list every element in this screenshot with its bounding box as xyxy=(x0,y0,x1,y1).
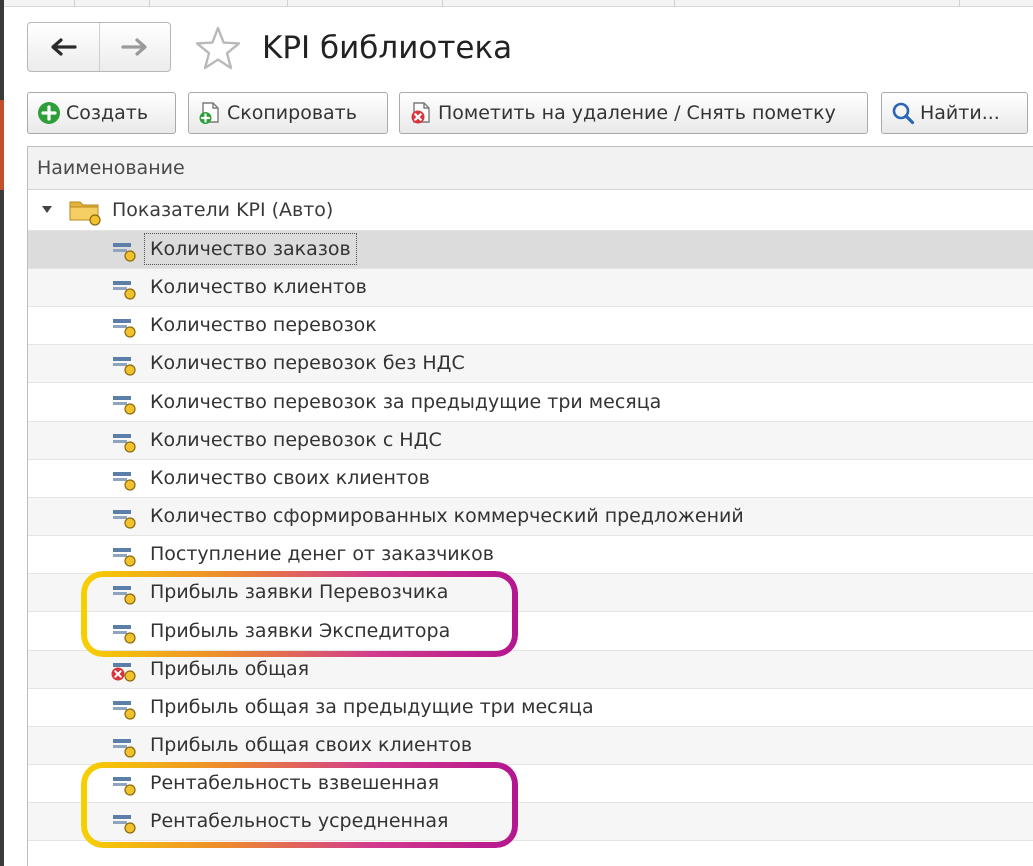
folder-icon xyxy=(69,201,101,226)
item-label: Количество перевозок с НДС xyxy=(150,428,442,451)
page-title: KPI библиотека xyxy=(262,30,513,66)
mark-for-deletion-button[interactable]: Пометить на удаление / Снять пометку xyxy=(399,92,868,134)
navigation-buttons xyxy=(27,22,171,72)
table-row[interactable]: Количество перевозок с НДС xyxy=(28,421,1033,460)
catalog-item-icon xyxy=(113,243,136,262)
table-row[interactable]: Прибыль заявки Экспедитора xyxy=(28,613,1033,651)
item-label: Количество клиентов xyxy=(150,276,367,299)
item-label: Количество перевозок без НДС xyxy=(150,352,465,375)
item-label: Рентабельность взвешенная xyxy=(150,772,440,795)
table-row[interactable]: Прибыль общая за предыдущие три месяца xyxy=(28,689,1033,727)
mark-for-deletion-button-label: Пометить на удаление / Снять пометку xyxy=(438,102,836,124)
catalog-item-icon xyxy=(113,357,136,377)
catalog-item-icon xyxy=(113,815,136,834)
catalog-item-icon xyxy=(113,624,136,644)
item-label: Количество сформированных коммерческий п… xyxy=(150,505,744,528)
catalog-item-icon xyxy=(113,510,136,529)
item-label: Количество перевозок за предыдущие три м… xyxy=(150,390,662,413)
star-outline-icon[interactable] xyxy=(194,26,242,70)
back-button[interactable] xyxy=(28,23,99,71)
copy-button-label: Скопировать xyxy=(227,102,357,124)
create-button[interactable]: Создать xyxy=(27,92,176,134)
kpi-list-table: Наименование Показатели KPI (Авто) Колич… xyxy=(27,146,1033,866)
delete-mark-icon xyxy=(411,102,430,124)
create-button-label: Создать xyxy=(66,102,149,124)
catalog-item-icon xyxy=(113,319,136,338)
item-label: Прибыль общая своих клиентов xyxy=(150,733,473,756)
group-row[interactable]: Показатели KPI (Авто) xyxy=(28,191,1033,231)
item-label: Рентабельность усредненная xyxy=(150,810,449,833)
table-row[interactable]: Рентабельность взвешенная xyxy=(28,765,1033,804)
item-label: Количество своих клиентов xyxy=(150,466,430,489)
table-row[interactable]: Прибыль заявки Перевозчика xyxy=(28,574,1033,613)
arrow-left-icon xyxy=(51,38,77,56)
catalog-item-icon xyxy=(113,433,136,453)
group-label: Показатели KPI (Авто) xyxy=(112,199,334,221)
catalog-item-icon xyxy=(113,700,136,720)
item-label: Поступление денег от заказчиков xyxy=(150,543,494,566)
table-row[interactable]: Прибыль общая своих клиентов xyxy=(28,726,1033,765)
catalog-item-icon xyxy=(113,281,136,300)
catalog-item-icon xyxy=(113,586,136,605)
item-label: Прибыль заявки Перевозчика xyxy=(150,581,449,604)
item-label: Количество заказов xyxy=(144,233,357,265)
table-row[interactable]: Количество перевозок за предыдущие три м… xyxy=(28,384,1033,422)
search-icon xyxy=(892,102,915,125)
table-row[interactable]: Рентабельность усредненная xyxy=(28,803,1033,842)
copy-document-icon xyxy=(199,102,219,124)
item-label: Количество перевозок xyxy=(150,314,377,337)
table-row[interactable]: Количество перевозок xyxy=(28,307,1033,346)
table-row[interactable]: Количество клиентов xyxy=(28,269,1033,308)
item-label: Прибыль общая за предыдущие три месяца xyxy=(150,695,594,718)
forward-button[interactable] xyxy=(98,23,171,71)
column-header-label: Наименование xyxy=(37,157,185,179)
table-row[interactable]: Поступление денег от заказчиков xyxy=(28,536,1033,575)
catalog-item-icon xyxy=(113,471,136,491)
copy-button[interactable]: Скопировать xyxy=(188,92,388,134)
item-label: Прибыль общая xyxy=(150,657,310,680)
table-row[interactable]: Количество перевозок без НДС xyxy=(28,345,1033,384)
catalog-item-icon xyxy=(113,777,136,796)
item-label: Прибыль заявки Экспедитора xyxy=(150,619,451,642)
table-row[interactable]: Прибыль общая xyxy=(28,650,1033,689)
table-row[interactable]: Количество своих клиентов xyxy=(28,460,1033,498)
find-button[interactable]: Найти... xyxy=(881,92,1028,134)
column-header-name[interactable]: Наименование xyxy=(28,147,1033,190)
expand-triangle-icon[interactable] xyxy=(42,206,52,214)
find-button-label: Найти... xyxy=(920,102,1000,124)
deleted-item-icon xyxy=(111,662,136,682)
table-row[interactable]: Количество сформированных коммерческий п… xyxy=(28,498,1033,537)
catalog-item-icon xyxy=(113,738,136,758)
window-edge-accent xyxy=(0,100,4,190)
arrow-right-icon xyxy=(121,38,147,56)
catalog-item-icon xyxy=(113,395,136,415)
top-strip xyxy=(4,0,1033,7)
table-row[interactable]: Количество заказов xyxy=(28,231,1033,269)
catalog-item-icon xyxy=(113,548,136,567)
plus-circle-icon xyxy=(38,102,60,124)
